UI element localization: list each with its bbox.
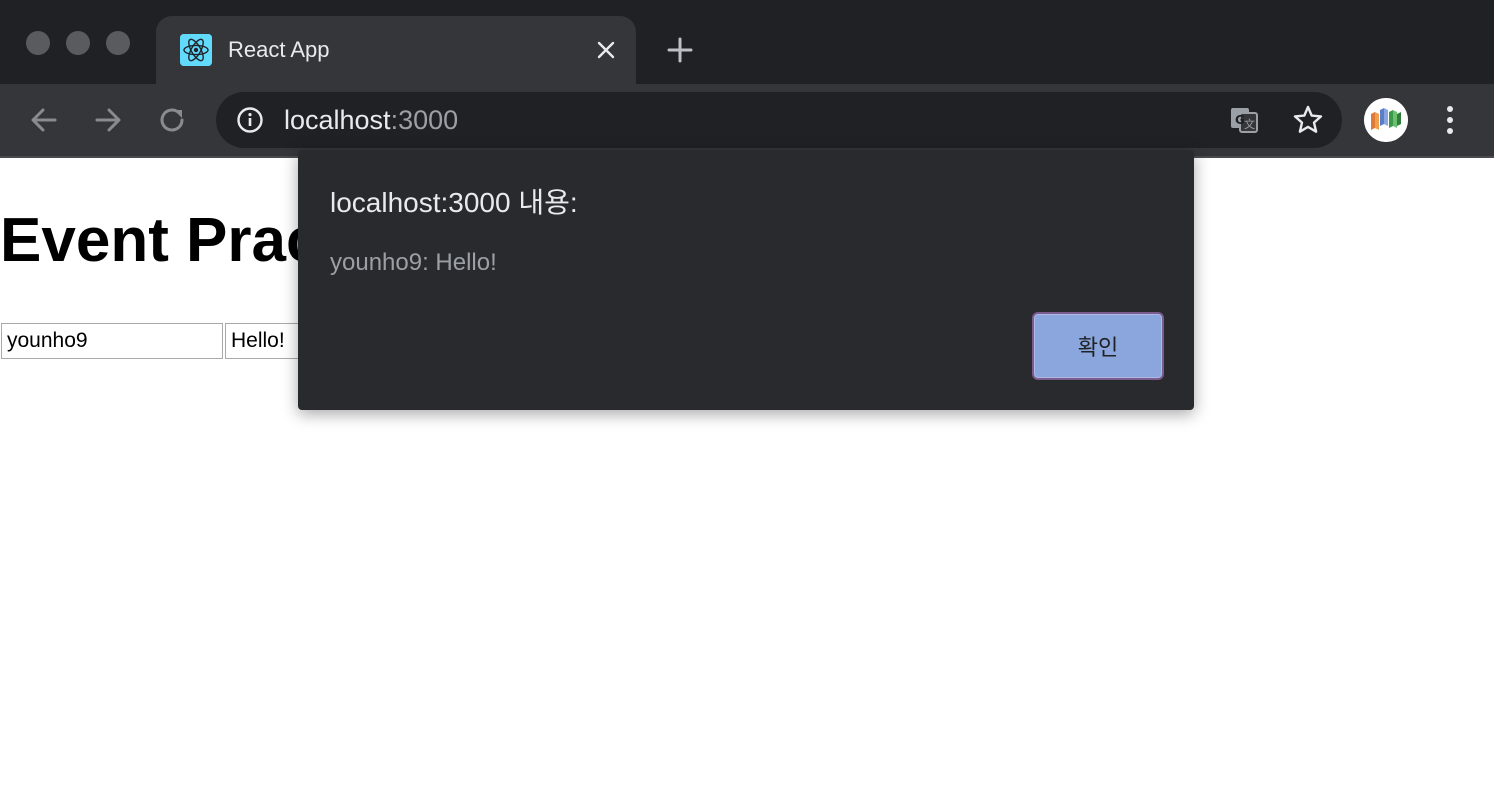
arrow-left-icon[interactable] [26,102,62,138]
star-icon[interactable] [1292,104,1324,136]
window-close-light[interactable] [26,31,50,55]
tab-title: React App [228,37,330,62]
url-host: localhost [284,105,391,135]
arrow-right-icon[interactable] [90,102,126,138]
browser-tab[interactable]: React App [156,16,636,84]
url-port: :3000 [390,105,459,135]
svg-text:文: 文 [1244,117,1255,131]
ok-button[interactable]: 확인 [1032,312,1164,380]
info-icon[interactable] [236,106,264,134]
window-zoom-light[interactable] [106,31,130,55]
react-logo-icon [180,34,212,66]
vertical-dots-icon[interactable] [1434,102,1466,138]
reload-icon[interactable] [154,102,190,138]
dialog-message: younho9: Hello! [330,249,497,276]
dialog-title: localhost:3000 내용: [330,187,578,218]
translate-icon[interactable]: G 文 [1228,104,1260,136]
url-text: localhost:3000 [284,105,458,135]
address-bar[interactable]: localhost:3000 G 文 [216,92,1342,148]
username-input[interactable] [1,323,223,359]
profile-avatar[interactable] [1364,98,1408,142]
tab-strip: React App [0,0,1494,84]
browser-toolbar: localhost:3000 G 文 [0,84,1494,156]
browser-chrome: React App localhost:3000 G 文 [0,0,1494,158]
close-icon[interactable] [594,38,618,62]
window-minimize-light[interactable] [66,31,90,55]
plus-icon[interactable] [664,34,696,66]
alert-dialog: localhost:3000 내용: younho9: Hello! 확인 [298,150,1194,410]
